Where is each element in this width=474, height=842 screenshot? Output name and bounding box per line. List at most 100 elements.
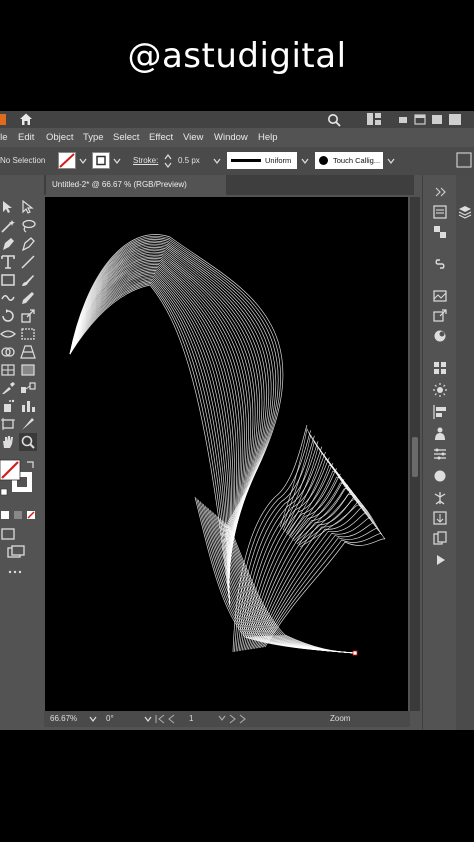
chevron-down-icon[interactable] [387,157,395,165]
color-mode-icons[interactable] [0,509,40,521]
menu-help[interactable]: Help [258,132,278,143]
brush-definition[interactable]: Touch Callig... [315,152,383,169]
stroke-label[interactable]: Stroke: [133,156,158,165]
anchor-point[interactable] [352,650,358,656]
scale-tool-icon[interactable] [20,309,36,323]
zoom-level-field[interactable]: 66.67% [50,714,77,723]
layers-panel-icon[interactable] [432,427,448,441]
chevron-down-icon[interactable] [213,157,221,165]
color-panel-icon[interactable] [432,469,448,483]
menu-file[interactable]: lle [0,132,8,143]
chevron-down-icon[interactable] [301,157,309,165]
fill-stroke-swatches[interactable] [0,459,38,499]
zoom-tool-icon [21,435,35,449]
document-tab[interactable]: Untitled-2* @ 66.67 % (RGB/Preview) [46,175,226,195]
home-icon[interactable] [18,111,34,127]
selection-tool-icon[interactable] [0,200,16,214]
rectangle-tool-icon[interactable] [0,273,16,287]
control-bar: No Selection Stroke: 0.5 px Uniform Touc… [0,147,474,175]
gradient-tool-icon[interactable] [20,363,36,377]
blend-tool-icon[interactable] [20,381,36,395]
stepper-icon[interactable] [164,153,172,169]
direct-selection-tool-icon[interactable] [20,200,36,214]
variable-width-profile[interactable]: Uniform [227,152,297,169]
artboard-tool-icon[interactable] [0,417,16,431]
asset-export-panel-icon[interactable] [432,309,448,323]
menu-window[interactable]: Window [214,132,248,143]
magic-wand-tool-icon[interactable] [0,219,16,233]
image-trace-panel-icon[interactable] [432,289,448,303]
restore-icon[interactable] [430,111,444,128]
artboard-number-field[interactable]: 1 [189,714,193,723]
chevron-down-icon[interactable] [113,157,121,165]
selection-status: No Selection [0,156,46,165]
perspective-grid-tool-icon[interactable] [20,345,36,359]
play-action-icon[interactable] [432,553,448,567]
menu-effect[interactable]: Effect [149,132,173,143]
mesh-tool-icon[interactable] [0,363,16,377]
rotation-field[interactable]: 0° [106,714,114,723]
transform-panel-icon[interactable] [432,447,448,461]
pen-tool-icon[interactable] [0,237,16,251]
properties-panel-icon[interactable] [432,205,448,219]
shaper-tool-icon[interactable] [0,291,16,305]
chevron-down-icon[interactable] [79,157,87,165]
align-panel-icon[interactable] [432,405,448,419]
screen-mode-icon[interactable] [6,545,26,559]
menu-bar: lle Edit Object Type Select Effect View … [0,128,474,147]
watermark-text: @astudigital [127,36,347,76]
scrollbar-thumb[interactable] [412,437,418,477]
links-panel-icon[interactable] [432,257,448,271]
rotate-tool-icon[interactable] [0,309,16,323]
slice-tool-icon[interactable] [20,417,36,431]
appearance-panel-icon[interactable] [432,329,448,343]
puppet-warp-icon[interactable] [432,491,448,505]
menu-view[interactable]: View [183,132,203,143]
stroke-weight-field[interactable]: 0.5 px [178,156,200,165]
hand-tool-icon[interactable] [0,435,16,449]
close-icon[interactable] [448,111,462,128]
symbol-sprayer-tool-icon[interactable] [0,399,16,413]
lasso-tool-icon[interactable] [20,219,36,233]
stroke-swatch[interactable] [92,152,110,169]
blend-artwork[interactable] [45,197,408,711]
minimize-icon[interactable] [396,111,410,128]
search-icon[interactable] [326,112,342,128]
artboard-canvas[interactable] [45,197,408,711]
export-panel-icon[interactable] [432,511,448,525]
artboard-nav-next-icon[interactable] [218,714,248,724]
type-tool-icon[interactable] [0,255,16,269]
zoom-tool-active[interactable] [19,433,37,451]
swatches-panel-icon[interactable] [432,361,448,375]
collapse-arrows-icon[interactable] [432,185,448,199]
copy-panel-icon[interactable] [432,531,448,545]
width-tool-icon[interactable] [0,327,16,341]
menu-edit[interactable]: Edit [18,132,34,143]
edit-toolbar-icon[interactable] [8,569,22,575]
arrange-documents-icon[interactable] [367,113,381,125]
free-transform-tool-icon[interactable] [20,327,36,341]
chevron-down-icon[interactable] [144,715,152,723]
brushes-panel-icon[interactable] [432,383,448,397]
blend-step-path [217,516,356,654]
draw-mode-icon[interactable] [0,527,18,541]
brush-tip-icon [319,156,328,165]
curvature-tool-icon[interactable] [20,237,36,251]
menu-select[interactable]: Select [113,132,139,143]
artboard-nav-prev-icon[interactable] [154,714,182,724]
menu-type[interactable]: Type [83,132,104,143]
maximize-icon[interactable] [413,111,427,128]
eyedropper-tool-icon[interactable] [0,381,16,395]
fill-swatch[interactable] [58,152,76,169]
panel-menu-icon[interactable] [456,152,472,168]
shape-builder-tool-icon[interactable] [0,345,16,359]
pencil-tool-icon[interactable] [20,291,36,305]
chevron-down-icon[interactable] [89,715,97,723]
layers-stack-icon[interactable] [458,205,472,219]
paintbrush-tool-icon[interactable] [20,273,36,287]
column-graph-tool-icon[interactable] [20,399,36,413]
libraries-panel-icon[interactable] [432,225,448,239]
menu-object[interactable]: Object [46,132,73,143]
line-segment-tool-icon[interactable] [20,255,36,269]
vertical-scrollbar[interactable] [410,197,420,711]
